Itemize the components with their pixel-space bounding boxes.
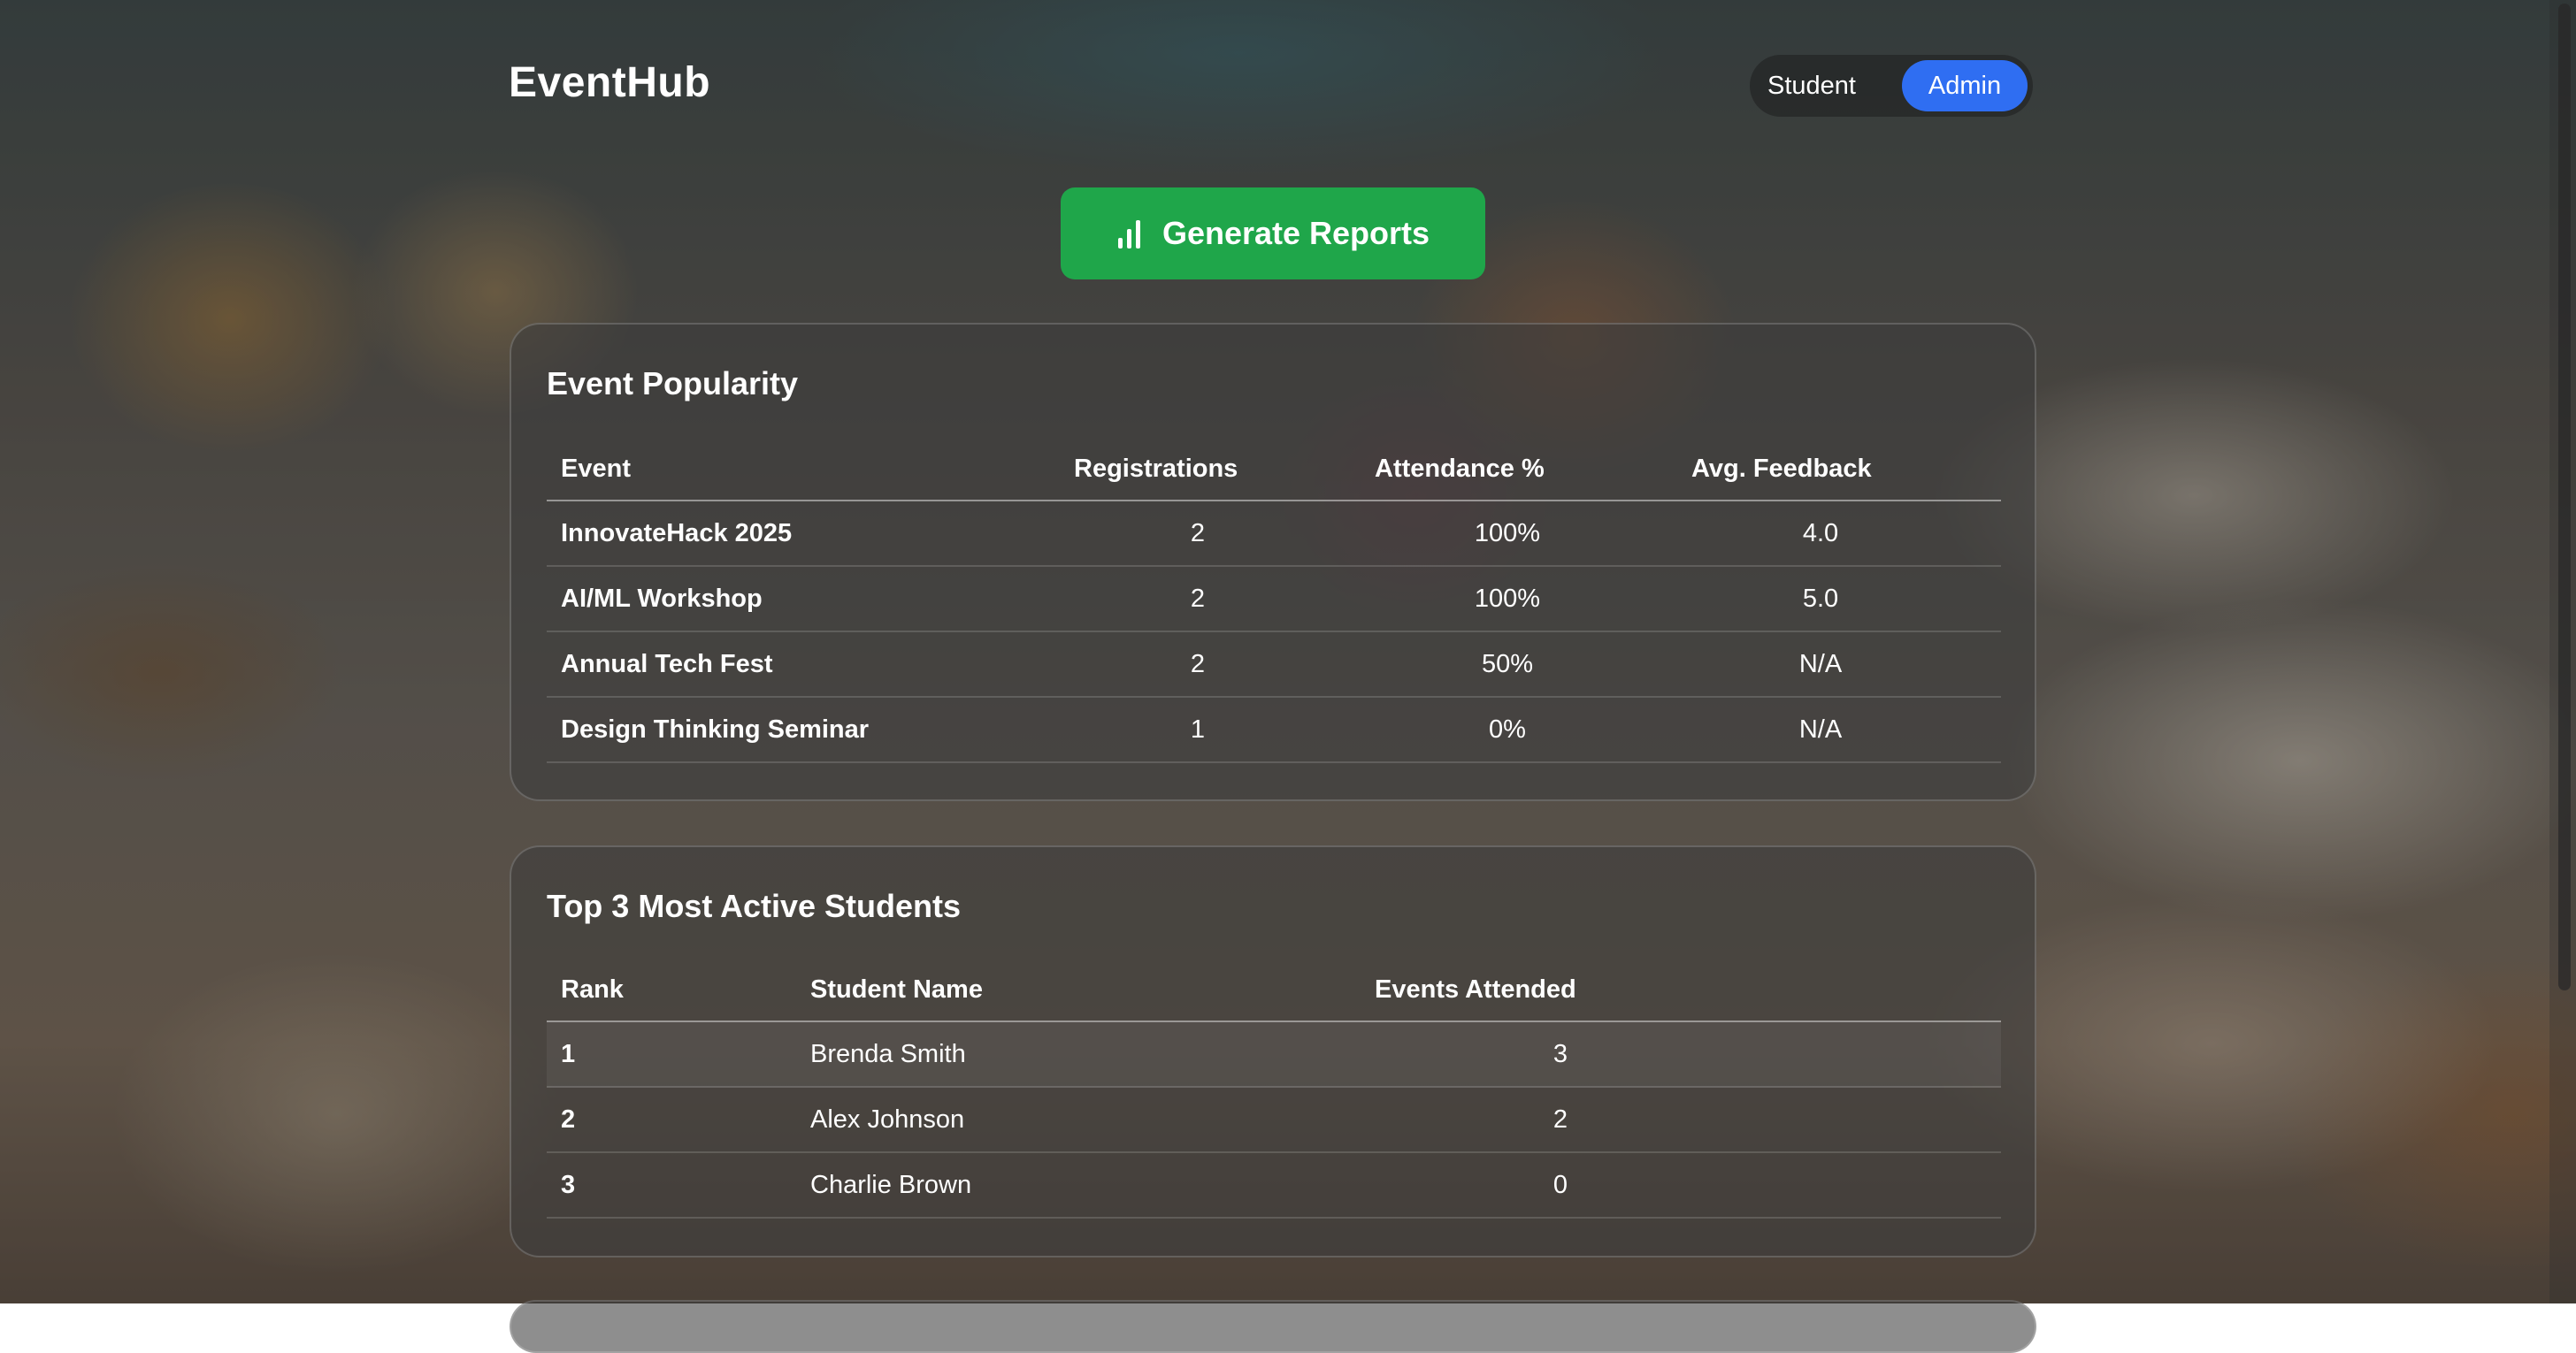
table-row: AI/ML Workshop 2 100% 5.0 [547,567,2001,632]
role-student-button[interactable]: Student [1759,60,1865,111]
student-name: Charlie Brown [810,1171,972,1199]
event-name: AI/ML Workshop [561,585,763,613]
feedback-value: 4.0 [1802,519,1839,547]
scrollbar-thumb[interactable] [2558,4,2571,990]
col-event: Event [561,455,631,483]
student-name: Brenda Smith [810,1040,966,1068]
feedback-value: N/A [1798,715,1843,744]
app-brand[interactable]: EventHub [509,58,710,107]
page-scrollbar[interactable] [2549,0,2576,1303]
table-row: Annual Tech Fest 2 50% N/A [547,632,2001,698]
rank-value: 1 [561,1040,576,1068]
registrations-value: 2 [1190,519,1206,547]
col-rank: Rank [561,975,624,1004]
registrations-value: 2 [1190,650,1206,678]
events-attended-value: 0 [1552,1171,1568,1199]
table-row: 2 Alex Johnson 2 [547,1088,2001,1153]
registrations-value: 1 [1190,715,1206,744]
attendance-value: 0% [1489,715,1526,744]
attendance-value: 50% [1481,650,1534,678]
rank-value: 3 [561,1171,576,1199]
role-admin-button[interactable]: Admin [1902,60,2028,111]
table-header: Event Registrations Attendance % Avg. Fe… [547,438,2001,501]
events-attended-value: 3 [1552,1040,1568,1068]
role-toggle: Student Admin [1750,55,2033,117]
next-card-edge [510,1300,2036,1353]
event-name: Annual Tech Fest [561,650,773,678]
registrations-value: 2 [1190,585,1206,613]
student-name: Alex Johnson [810,1105,965,1134]
feedback-value: N/A [1798,650,1843,678]
table-row: InnovateHack 2025 2 100% 4.0 [547,501,2001,567]
event-popularity-card: Event Popularity Event Registrations Att… [510,323,2036,801]
event-popularity-table: Event Registrations Attendance % Avg. Fe… [547,438,2001,763]
table-row: 3 Charlie Brown 0 [547,1153,2001,1219]
top-students-table: Rank Student Name Events Attended 1 Bren… [547,959,2001,1219]
col-registrations: Registrations [1074,455,1238,483]
attendance-value: 100% [1474,519,1541,547]
event-name: InnovateHack 2025 [561,519,793,547]
top-students-card: Top 3 Most Active Students Rank Student … [510,845,2036,1257]
events-attended-value: 2 [1552,1105,1568,1134]
col-student-name: Student Name [810,975,983,1004]
attendance-value: 100% [1474,585,1541,613]
bar-chart-icon [1116,218,1143,248]
event-name: Design Thinking Seminar [561,715,870,744]
generate-reports-button[interactable]: Generate Reports [1061,187,1485,279]
table-row: Design Thinking Seminar 1 0% N/A [547,698,2001,763]
col-events-attended: Events Attended [1375,975,1576,1004]
table-header: Rank Student Name Events Attended [547,959,2001,1022]
generate-reports-label: Generate Reports [1162,215,1430,251]
top-students-title: Top 3 Most Active Students [547,888,962,924]
table-row: 1 Brenda Smith 3 [547,1022,2001,1088]
feedback-value: 5.0 [1802,585,1839,613]
col-feedback: Avg. Feedback [1691,455,1872,483]
event-popularity-title: Event Popularity [547,365,799,401]
rank-value: 2 [561,1105,576,1134]
col-attendance: Attendance % [1375,455,1545,483]
